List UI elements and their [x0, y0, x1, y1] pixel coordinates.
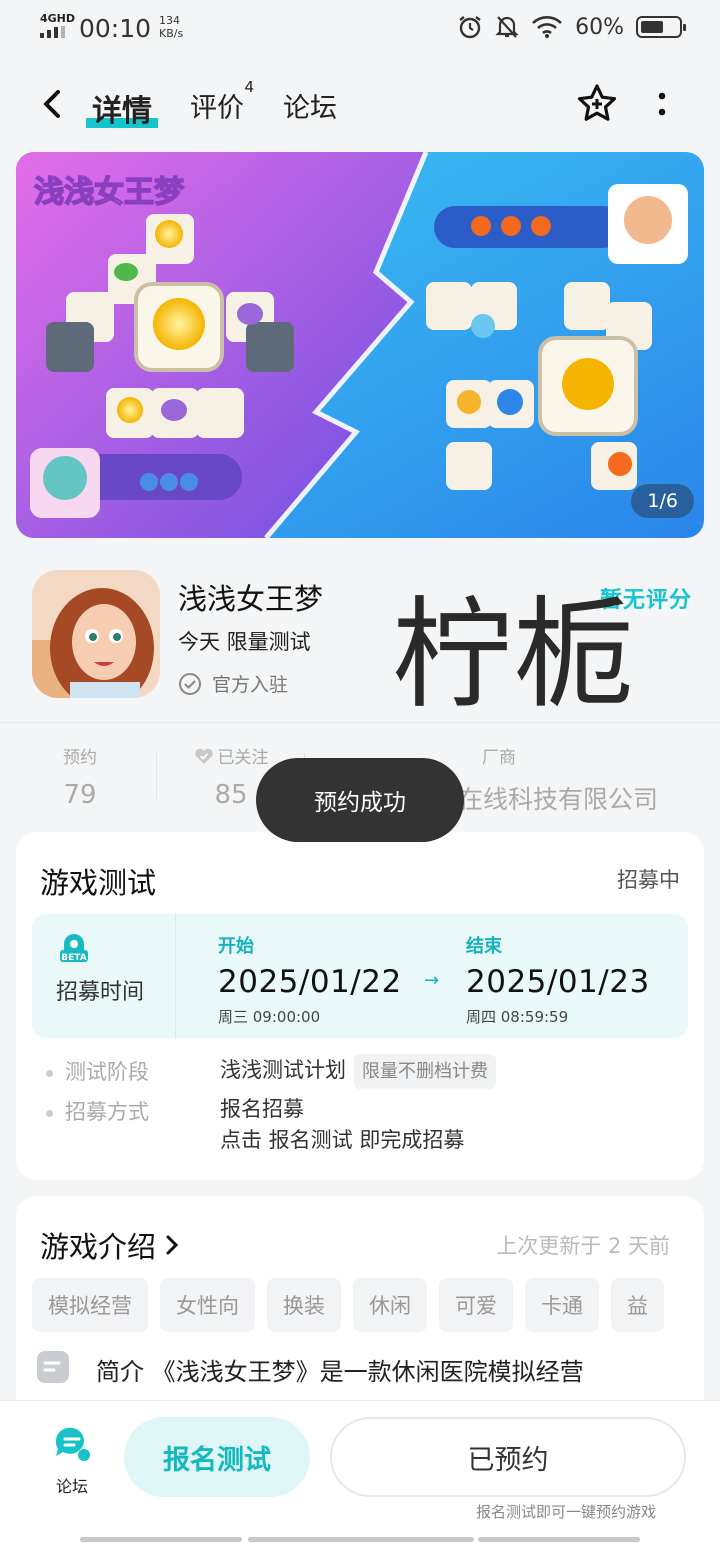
game-test-title: 游戏测试 — [40, 866, 157, 900]
tab-reviews[interactable]: 评价 4 — [190, 78, 254, 125]
official-label: 官方入驻 — [212, 674, 289, 696]
speed-value: 134 — [159, 14, 180, 27]
description-icon — [37, 1351, 69, 1383]
tag-chip[interactable]: 模拟经营 — [32, 1278, 148, 1332]
end-time: 周四 08:59:59 — [466, 1008, 569, 1026]
stat-vendor-label: 厂商 — [482, 748, 516, 768]
heart-check-icon — [194, 748, 213, 764]
test-stage-name: 浅浅测试计划 — [220, 1058, 346, 1082]
carousel-pager: 1/6 — [631, 484, 694, 518]
test-stage-label: 测试阶段 — [65, 1060, 149, 1084]
end-tag: 结束 — [466, 936, 502, 957]
stat-reserve: 预约 79 — [50, 743, 110, 810]
check-circle-icon — [179, 672, 201, 695]
screenshot-carousel[interactable]: 浅浅女王梦 1/6 — [16, 152, 704, 538]
mute-icon — [495, 16, 519, 38]
battery-icon — [636, 16, 686, 38]
game-intro-header[interactable]: 游戏介绍 — [40, 1224, 180, 1266]
gesture-bar — [248, 1537, 474, 1542]
last-updated: 上次更新于 2 天前 — [496, 1234, 670, 1258]
recruit-method-label: 招募方式 — [65, 1100, 149, 1124]
stat-follow-label: 已关注 — [217, 748, 269, 768]
start-tag: 开始 — [218, 936, 254, 957]
recruit-method-line2: 点击 报名测试 即完成招募 — [220, 1128, 465, 1152]
test-stage-row: 测试阶段 — [46, 1056, 149, 1086]
tab-forum-label: 论坛 — [283, 93, 337, 124]
recruit-time-label: 招募时间 — [56, 980, 145, 1005]
recruit-time-label-block: BETA 招募时间 — [32, 914, 176, 1038]
banner-logo: 浅浅女王梦 — [34, 175, 184, 210]
status-bar: 4GHD 00:10 134 KB/s 60% — [0, 0, 720, 58]
tag-chip[interactable]: 换装 — [267, 1278, 341, 1332]
tab-details-label: 详情 — [92, 94, 152, 129]
speed-unit: KB/s — [159, 27, 184, 40]
network-type: 4GHD — [40, 12, 76, 25]
arrow-icon: → — [424, 970, 440, 991]
tab-details[interactable]: 详情 — [86, 86, 158, 130]
stat-follow-label-wrap: 已关注 — [186, 743, 276, 768]
back-icon[interactable] — [34, 84, 70, 124]
recruit-time-box: BETA 招募时间 开始 2025/01/22 周三 09:00:00 → 结束… — [32, 914, 688, 1038]
test-stage-value: 浅浅测试计划 限量不删档计费 — [220, 1054, 496, 1089]
forum-button[interactable]: 论坛 — [44, 1425, 100, 1497]
favorite-star-icon[interactable] — [575, 82, 619, 126]
reserved-button[interactable]: 已预约 — [330, 1417, 686, 1497]
tag-chip[interactable]: 卡通 — [525, 1278, 599, 1332]
test-stage-pill: 限量不删档计费 — [354, 1054, 496, 1089]
signup-test-button[interactable]: 报名测试 — [124, 1417, 310, 1497]
gesture-bar — [80, 1537, 242, 1542]
beta-icon: BETA — [60, 934, 88, 963]
wifi-icon — [532, 16, 563, 38]
top-nav: 详情 评价 4 论坛 — [0, 58, 720, 148]
divider — [156, 753, 157, 799]
watermark-text: 柠栀 — [392, 586, 636, 725]
chevron-right-icon — [166, 1235, 179, 1255]
stat-reserve-label: 预约 — [63, 748, 97, 768]
tag-list: 模拟经营 女性向 换装 休闲 可爱 卡通 益 — [32, 1278, 704, 1332]
recruit-method-row: 招募方式 — [46, 1096, 149, 1126]
release-info: 今天 限量测试 — [178, 630, 311, 654]
tag-chip[interactable]: 可爱 — [439, 1278, 513, 1332]
game-intro-title: 游戏介绍 — [40, 1230, 157, 1264]
game-test-card: 游戏测试 招募中 BETA 招募时间 开始 2025/01/22 周三 09:0… — [16, 832, 704, 1180]
chat-bubble-icon — [55, 1427, 90, 1461]
alarm-icon — [459, 16, 481, 39]
start-time: 周三 09:00:00 — [218, 1008, 321, 1026]
official-badge: 官方入驻 — [178, 670, 288, 697]
game-screenshot-image: 浅浅女王梦 — [16, 152, 704, 538]
bullet — [46, 1069, 53, 1077]
forum-label: 论坛 — [55, 1477, 88, 1496]
tag-chip[interactable]: 益 — [611, 1278, 664, 1332]
stat-reserve-value: 79 — [63, 780, 97, 810]
signal-icon — [40, 26, 65, 38]
recruit-method-line1: 报名招募 — [220, 1097, 304, 1121]
recruit-start: 开始 2025/01/22 周三 09:00:00 — [218, 932, 402, 1027]
toast-message: 预约成功 — [256, 758, 464, 842]
tab-reviews-label: 评价 — [190, 93, 244, 124]
bottom-action-bar: 论坛 报名测试 已预约 报名测试即可一键预约游戏 — [0, 1400, 720, 1544]
gesture-bar — [478, 1537, 640, 1542]
stat-vendor-value: 在线科技有限公司 — [458, 785, 659, 814]
recruit-end: 结束 2025/01/23 周四 08:59:59 — [466, 932, 650, 1027]
end-date: 2025/01/23 — [466, 964, 650, 1000]
start-date: 2025/01/22 — [218, 964, 402, 1000]
bullet — [46, 1109, 53, 1117]
svg-text:BETA: BETA — [61, 953, 86, 963]
signup-hint: 报名测试即可一键预约游戏 — [476, 1503, 657, 1521]
tag-chip[interactable]: 休闲 — [353, 1278, 427, 1332]
reviews-count-badge: 4 — [244, 78, 254, 96]
tab-forum[interactable]: 论坛 — [283, 86, 337, 125]
clock: 00:10 — [79, 14, 152, 43]
tag-chip[interactable]: 女性向 — [160, 1278, 255, 1332]
app-icon — [32, 570, 160, 698]
more-icon[interactable] — [650, 88, 674, 122]
recruit-status: 招募中 — [617, 868, 680, 892]
stat-vendor[interactable]: 厂商 在线科技有限公司 — [458, 743, 688, 816]
battery-level: 60% — [575, 14, 624, 40]
network-speed: 134 KB/s — [159, 14, 183, 40]
recruit-method-value: 报名招募 点击 报名测试 即完成招募 — [220, 1094, 464, 1156]
app-name: 浅浅女王梦 — [178, 582, 324, 616]
